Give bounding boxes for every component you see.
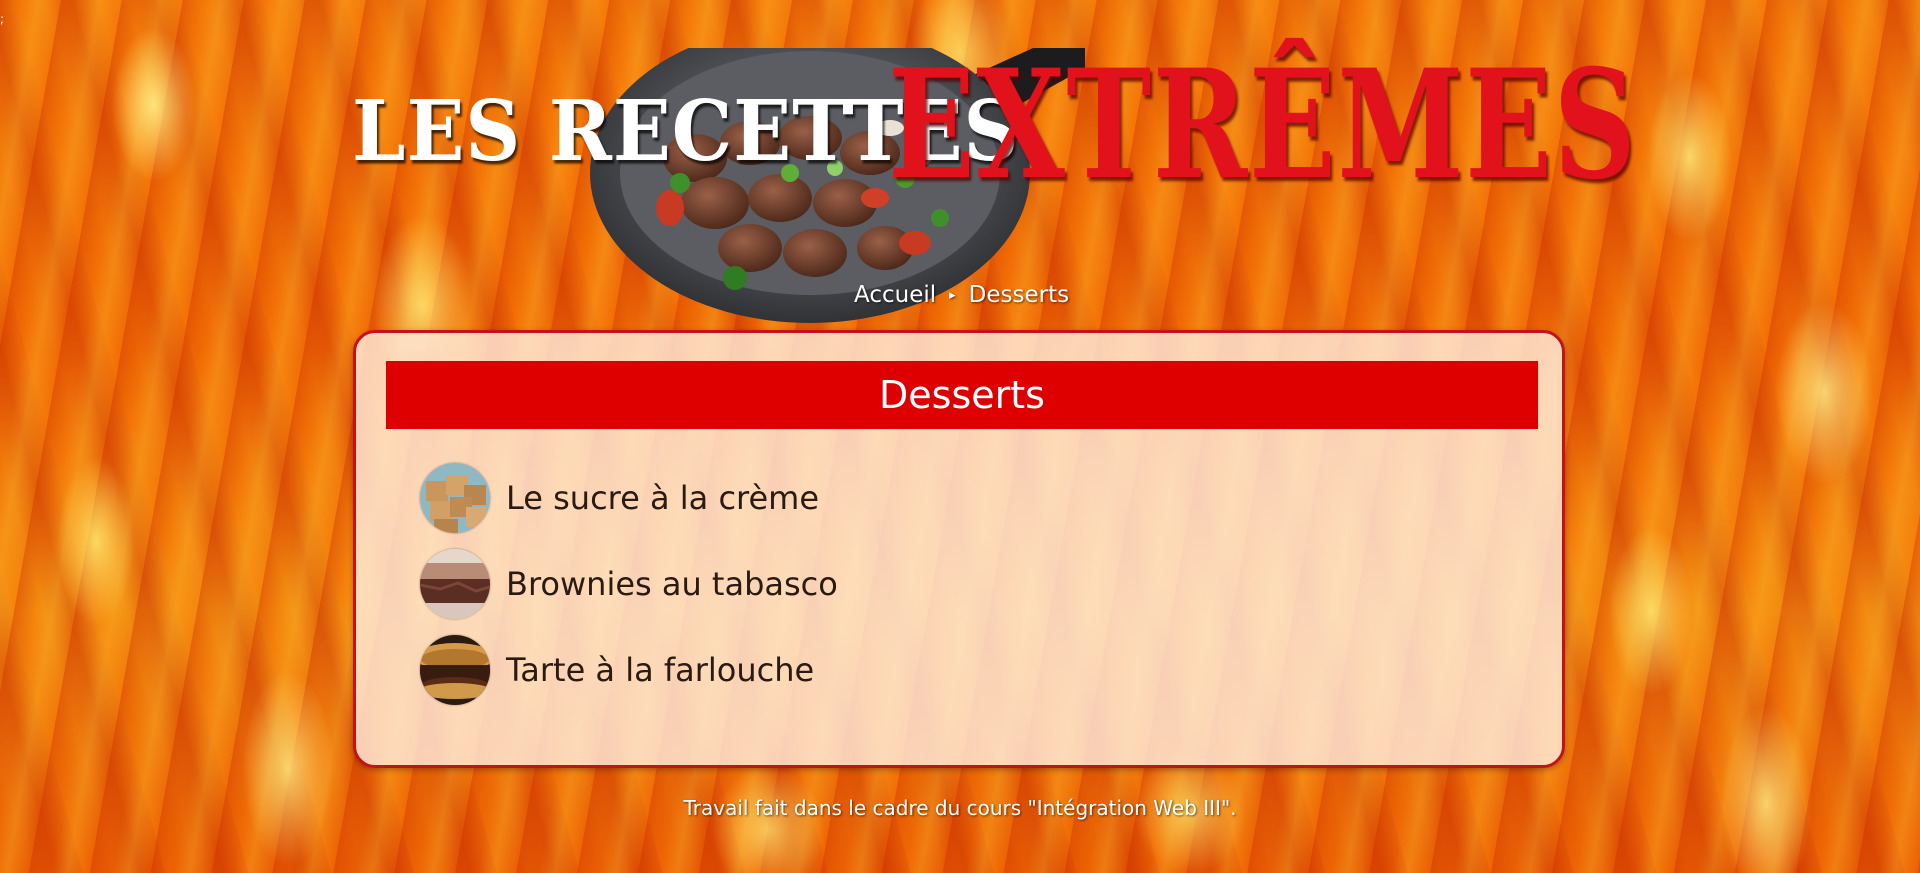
recipe-item-brownies-tabasco[interactable]: Brownies au tabasco <box>420 549 838 619</box>
site-footer: Travail fait dans le cadre du cours "Int… <box>683 796 1237 820</box>
breadcrumb: Accueil ▸ Desserts <box>854 282 1069 308</box>
site-title-right: EXTRÊMES <box>888 37 1638 213</box>
recipe-name[interactable]: Brownies au tabasco <box>506 565 838 603</box>
section-title: Desserts <box>386 361 1538 429</box>
fudge-thumbnail-icon <box>420 463 490 533</box>
recipe-item-tarte-farlouche[interactable]: Tarte à la farlouche <box>420 635 838 705</box>
content-panel: Desserts Le sucre à la crème Brownies au… <box>353 330 1565 768</box>
site-header: LES RECETTES EXTRÊMES Accueil ▸ Desserts <box>0 0 1920 330</box>
breadcrumb-current: Desserts <box>968 282 1070 308</box>
recipe-item-sucre-creme[interactable]: Le sucre à la crème <box>420 463 838 533</box>
breadcrumb-separator-icon: ▸ <box>949 287 956 303</box>
breadcrumb-home-link[interactable]: Accueil <box>854 282 936 308</box>
recipe-list: Le sucre à la crème Brownies au tabasco <box>420 463 838 721</box>
recipe-name[interactable]: Le sucre à la crème <box>506 479 819 517</box>
recipe-name[interactable]: Tarte à la farlouche <box>506 651 814 689</box>
brownie-thumbnail-icon <box>420 549 490 619</box>
pie-thumbnail-icon <box>420 635 490 705</box>
